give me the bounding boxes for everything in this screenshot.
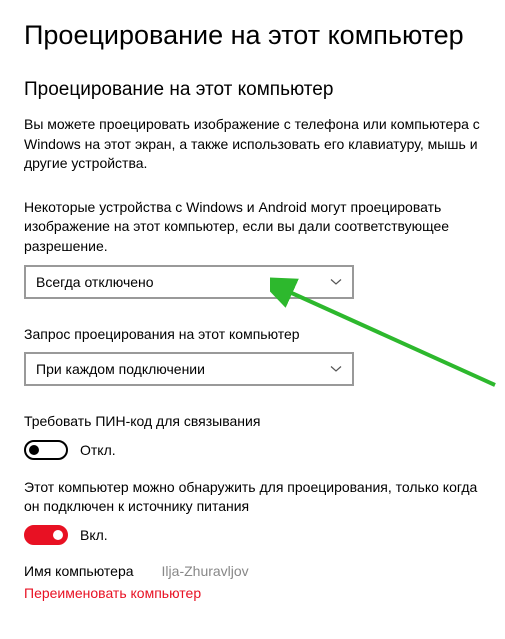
section-title: Проецирование на этот компьютер [24, 79, 481, 101]
computer-name-label: Имя компьютера [24, 563, 134, 579]
description-text: Вы можете проецировать изображение с тел… [24, 115, 481, 174]
rename-computer-link[interactable]: Переименовать компьютер [24, 585, 201, 601]
ask-project-dropdown-value: При каждом подключении [36, 361, 205, 377]
require-pin-toggle-label: Откл. [80, 442, 116, 458]
availability-dropdown-value: Всегда отключено [36, 274, 154, 290]
discoverable-setting-label: Этот компьютер можно обнаружить для прое… [24, 478, 481, 517]
toggle-knob [29, 445, 39, 455]
computer-name-value: Ilja-Zhuravljov [162, 563, 249, 579]
ask-project-dropdown[interactable]: При каждом подключении [24, 352, 354, 386]
toggle-knob [53, 530, 63, 540]
availability-dropdown[interactable]: Всегда отключено [24, 265, 354, 299]
ask-project-setting-label: Запрос проецирования на этот компьютер [24, 325, 481, 345]
chevron-down-icon [330, 363, 342, 375]
require-pin-toggle[interactable] [24, 440, 68, 460]
discoverable-toggle[interactable] [24, 525, 68, 545]
availability-setting-label: Некоторые устройства с Windows и Android… [24, 198, 481, 257]
page-title: Проецирование на этот компьютер [24, 20, 481, 51]
require-pin-setting-label: Требовать ПИН-код для связывания [24, 412, 481, 432]
chevron-down-icon [330, 276, 342, 288]
discoverable-toggle-label: Вкл. [80, 527, 108, 543]
